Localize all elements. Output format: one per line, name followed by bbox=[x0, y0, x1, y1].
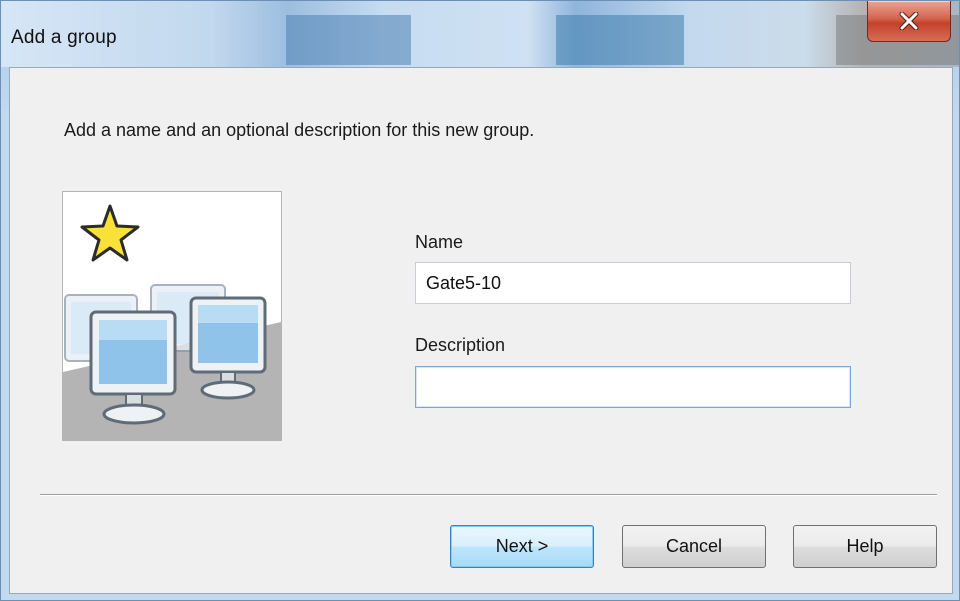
dialog-client-area: Add a name and an optional description f… bbox=[9, 67, 953, 594]
title-bar-background-block bbox=[286, 15, 411, 65]
instruction-text: Add a name and an optional description f… bbox=[64, 120, 535, 140]
group-of-computers-with-star-icon bbox=[63, 204, 281, 440]
title-bar-background-block bbox=[556, 15, 684, 65]
title-bar[interactable]: Add a group bbox=[1, 1, 959, 67]
help-button[interactable]: Help bbox=[793, 525, 937, 568]
name-label: Name bbox=[415, 232, 464, 252]
close-icon bbox=[899, 12, 919, 30]
description-input[interactable] bbox=[415, 366, 851, 408]
divider bbox=[40, 494, 937, 496]
close-button[interactable] bbox=[867, 1, 951, 42]
next-button[interactable]: Next > bbox=[450, 525, 594, 568]
group-illustration bbox=[62, 191, 282, 441]
cancel-button[interactable]: Cancel bbox=[622, 525, 766, 568]
description-label: Description bbox=[415, 335, 506, 355]
window-title: Add a group bbox=[11, 27, 117, 48]
add-group-dialog-window: Add a group Add a name and an optional d… bbox=[0, 0, 960, 601]
name-input[interactable] bbox=[415, 262, 851, 304]
